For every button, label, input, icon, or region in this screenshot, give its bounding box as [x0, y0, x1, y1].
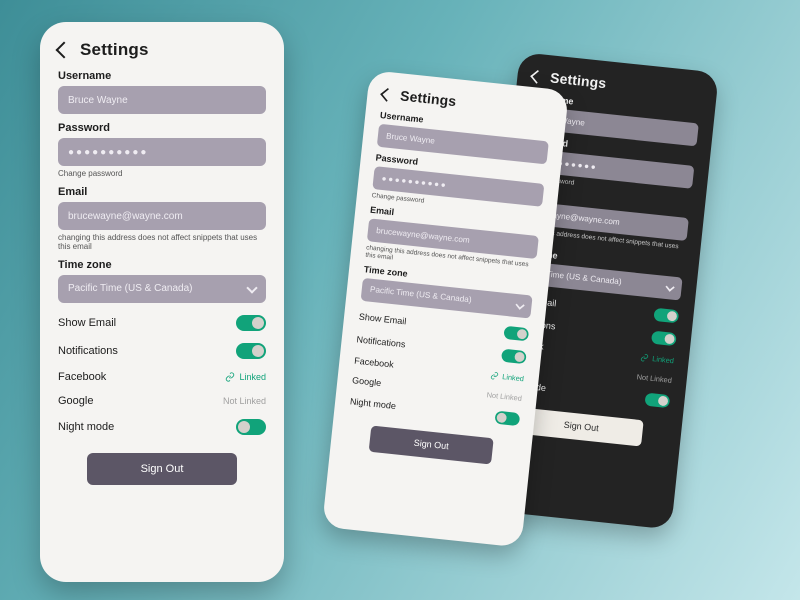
- timezone-value: Pacific Time (US & Canada): [68, 283, 193, 294]
- row-google-label: Google: [352, 376, 382, 389]
- row-facebook-label: Facebook: [58, 371, 106, 383]
- page-title: Settings: [399, 88, 457, 110]
- timezone-value: Pacific Time (US & Canada): [370, 285, 472, 305]
- email-label: Email: [58, 186, 266, 198]
- username-label: Username: [58, 70, 266, 82]
- back-icon[interactable]: [530, 70, 544, 84]
- notifications-toggle[interactable]: [236, 343, 266, 359]
- row-night-mode-label: Night mode: [58, 421, 114, 433]
- night-mode-toggle[interactable]: [494, 411, 520, 427]
- password-label: Password: [58, 122, 266, 134]
- facebook-link-status[interactable]: Linked: [490, 371, 524, 383]
- link-icon: [225, 372, 235, 382]
- username-field[interactable]: [58, 86, 266, 114]
- change-password-link[interactable]: Change password: [58, 169, 266, 178]
- show-email-toggle[interactable]: [653, 308, 679, 324]
- notifications-toggle[interactable]: [651, 331, 677, 347]
- google-link-status[interactable]: Not Linked: [486, 391, 522, 403]
- back-icon[interactable]: [380, 88, 394, 102]
- night-mode-toggle[interactable]: [236, 419, 266, 435]
- sign-out-button[interactable]: Sign Out: [369, 426, 494, 465]
- row-night-mode-label: Night mode: [349, 397, 396, 412]
- sign-out-button[interactable]: Sign Out: [519, 408, 644, 447]
- timezone-select[interactable]: Pacific Time (US & Canada): [58, 275, 266, 303]
- link-icon: [490, 371, 499, 380]
- show-email-toggle[interactable]: [236, 315, 266, 331]
- row-show-email-label: Show Email: [358, 312, 406, 327]
- page-title: Settings: [80, 40, 149, 60]
- show-email-toggle[interactable]: [503, 326, 529, 342]
- notifications-toggle[interactable]: [501, 349, 527, 365]
- facebook-link-status[interactable]: Linked: [225, 372, 266, 382]
- email-note: changing this address does not affect sn…: [58, 233, 266, 251]
- chevron-down-icon: [515, 300, 524, 309]
- row-notifications-label: Notifications: [356, 335, 406, 350]
- chevron-down-icon: [246, 282, 257, 293]
- row-facebook-label: Facebook: [354, 356, 394, 370]
- timezone-label: Time zone: [58, 259, 266, 271]
- email-field[interactable]: [58, 202, 266, 230]
- row-notifications-label: Notifications: [58, 345, 118, 357]
- row-show-email-label: Show Email: [58, 317, 116, 329]
- night-mode-toggle[interactable]: [644, 393, 670, 409]
- back-icon[interactable]: [56, 42, 73, 59]
- facebook-link-status[interactable]: Linked: [640, 353, 674, 365]
- chevron-down-icon: [665, 282, 674, 291]
- sign-out-button[interactable]: Sign Out: [87, 453, 237, 485]
- settings-screen-main: Settings Username Password Change passwo…: [40, 22, 284, 582]
- google-link-status[interactable]: Not Linked: [223, 396, 266, 406]
- google-link-status[interactable]: Not Linked: [636, 373, 672, 385]
- link-icon: [640, 353, 649, 362]
- password-field[interactable]: [58, 138, 266, 166]
- row-google-label: Google: [58, 395, 93, 407]
- page-title: Settings: [549, 70, 607, 92]
